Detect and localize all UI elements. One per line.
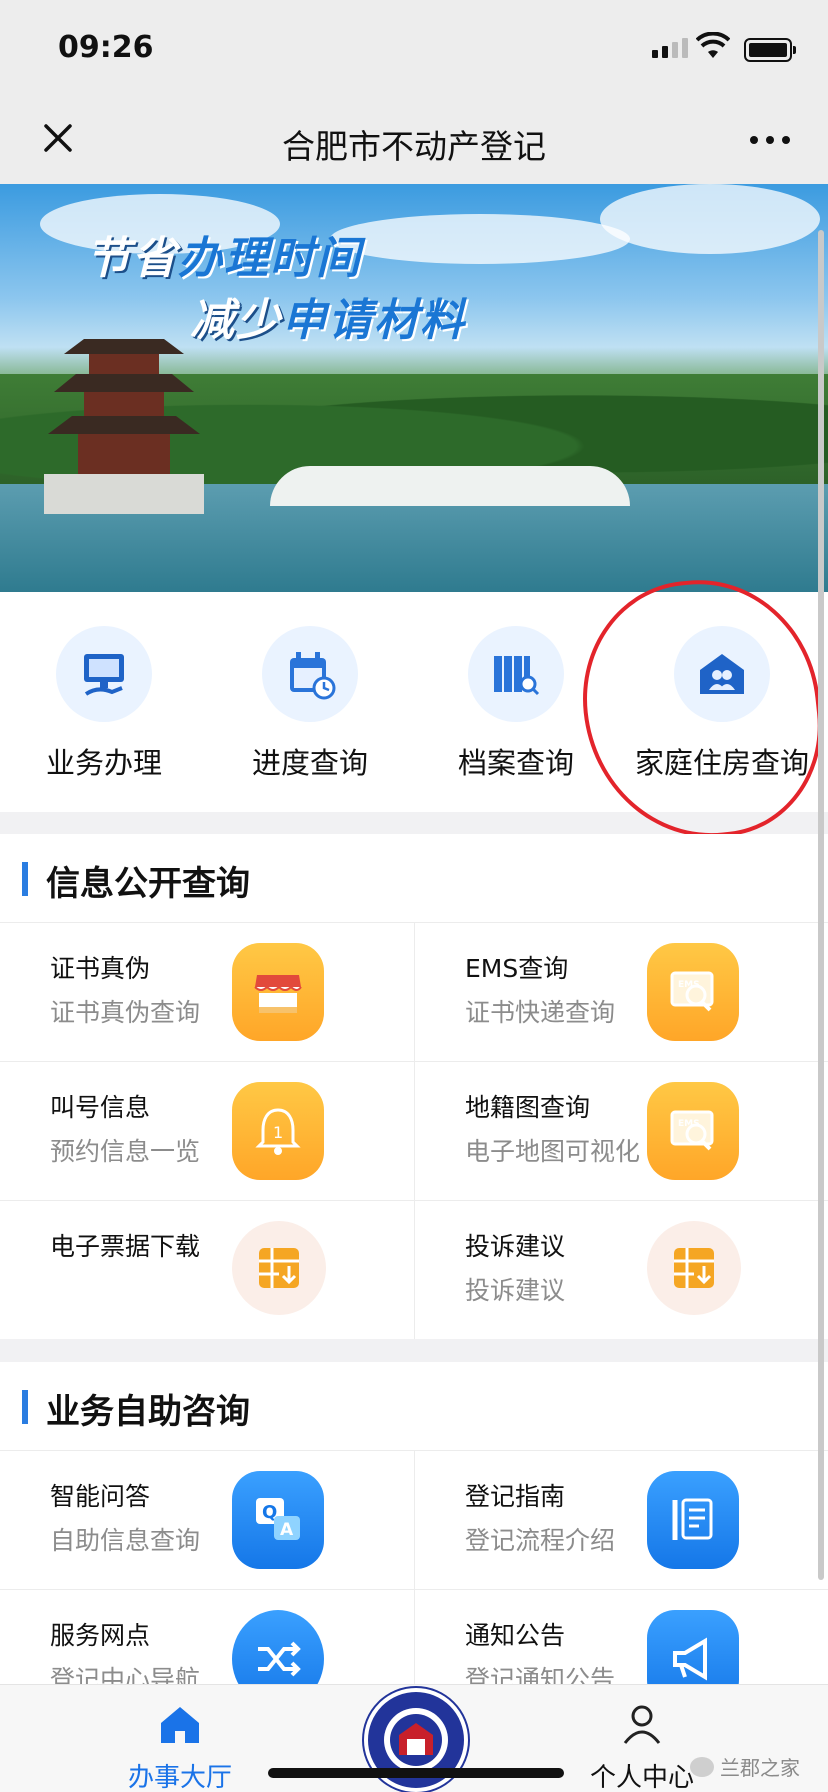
banner-slogan-line1: 节省办理时间 xyxy=(86,233,362,284)
grid-item-title: 登记指南 xyxy=(465,1482,566,1511)
section-accent-bar xyxy=(22,1390,28,1424)
section-title: 业务自助咨询 xyxy=(46,1392,250,1432)
grid-item-title: 投诉建议 xyxy=(465,1232,566,1261)
watermark-text: 兰郡之家 xyxy=(720,1756,800,1780)
signal-icon xyxy=(652,38,688,58)
grid-item-smart-qa[interactable]: 智能问答 自助信息查询 QA xyxy=(0,1450,414,1589)
quick-item-label: 档案查询 xyxy=(457,746,574,780)
grid-item-register-guide[interactable]: 登记指南 登记流程介绍 xyxy=(414,1450,828,1589)
grid-download-icon xyxy=(232,1221,326,1315)
grid-item-title: 地籍图查询 xyxy=(465,1093,591,1122)
monitor-hand-icon xyxy=(56,626,152,722)
section-self-service: 业务自助咨询 智能问答 自助信息查询 QA 登记指南 登记流程介绍 服务网点 登… xyxy=(0,1362,828,1728)
nav-bar: 合肥市不动产登记 xyxy=(0,96,828,184)
grid-item-cadastral-map[interactable]: 地籍图查询 电子地图可视化 EMS xyxy=(414,1061,828,1200)
grid-item-certificate-check[interactable]: 证书真伪 证书真伪查询 xyxy=(0,922,414,1061)
quick-item-business[interactable]: 业务办理 xyxy=(4,626,204,782)
watermark: 兰郡之家 xyxy=(690,1752,800,1781)
wifi-icon xyxy=(696,32,730,58)
grid-item-subtitle: 证书真伪查询 xyxy=(50,998,201,1027)
battery-icon xyxy=(744,38,796,62)
archive-search-icon xyxy=(468,626,564,722)
tab-label: 办事大厅 xyxy=(127,1763,232,1792)
section-accent-bar xyxy=(22,862,28,896)
section-header: 信息公开查询 xyxy=(0,834,828,922)
qa-icon: QA xyxy=(232,1471,324,1569)
grid-item-subtitle: 预约信息一览 xyxy=(50,1137,201,1166)
grid-item-title: EMS查询 xyxy=(465,954,569,983)
more-options-icon[interactable] xyxy=(750,136,790,144)
shop-icon xyxy=(232,943,324,1041)
guide-icon xyxy=(647,1471,739,1569)
home-indicator xyxy=(268,1768,564,1778)
grid-item-title: 叫号信息 xyxy=(50,1093,151,1122)
svg-text:1: 1 xyxy=(273,1123,283,1142)
grid-item-subtitle: 投诉建议 xyxy=(465,1276,566,1305)
grid-item-title: 通知公告 xyxy=(465,1621,566,1650)
status-time: 09:26 xyxy=(58,30,154,65)
ems-search-icon: EMS xyxy=(647,943,739,1041)
scrollbar[interactable] xyxy=(818,230,824,1580)
status-bar: 09:26 xyxy=(0,0,828,96)
grid-item-complaint[interactable]: 投诉建议 投诉建议 xyxy=(414,1200,828,1339)
grid-item-ems-query[interactable]: EMS查询 证书快递查询 EMS xyxy=(414,922,828,1061)
grid-item-subtitle: 自助信息查询 xyxy=(50,1526,201,1555)
quick-item-label: 进度查询 xyxy=(251,746,368,780)
section-grid: 证书真伪 证书真伪查询 EMS查询 证书快递查询 EMS 叫号信息 预约信息一览… xyxy=(0,922,828,1339)
banner-slogan-line2: 减少申请材料 xyxy=(190,295,466,346)
section-header: 业务自助咨询 xyxy=(0,1362,828,1450)
home-icon xyxy=(161,1707,199,1743)
ems-search-icon: EMS xyxy=(647,1082,739,1180)
grid-item-e-receipt-download[interactable]: 电子票据下载 xyxy=(0,1200,414,1339)
grid-item-title: 服务网点 xyxy=(50,1621,151,1650)
hero-banner[interactable]: 节省办理时间 减少申请材料 xyxy=(0,184,828,592)
tab-service-hall[interactable]: 办事大厅 xyxy=(100,1703,260,1792)
bell-icon: 1 xyxy=(232,1082,324,1180)
quick-item-label: 业务办理 xyxy=(45,746,162,780)
calendar-clock-icon xyxy=(262,626,358,722)
grid-item-title: 智能问答 xyxy=(50,1482,151,1511)
grid-item-subtitle: 登记流程介绍 xyxy=(465,1526,616,1555)
page-title: 合肥市不动产登记 xyxy=(282,127,546,166)
section-info-query: 信息公开查询 证书真伪 证书真伪查询 EMS查询 证书快递查询 EMS 叫号信息… xyxy=(0,834,828,1339)
grid-item-title: 电子票据下载 xyxy=(50,1232,201,1261)
wechat-icon xyxy=(690,1756,714,1777)
grid-item-title: 证书真伪 xyxy=(50,954,151,983)
section-title: 信息公开查询 xyxy=(46,864,250,904)
pagoda-illustration xyxy=(44,339,204,514)
grid-item-subtitle: 电子地图可视化 xyxy=(465,1137,641,1166)
grid-download-icon xyxy=(647,1221,741,1315)
grid-item-queue-info[interactable]: 叫号信息 预约信息一览 1 xyxy=(0,1061,414,1200)
grid-item-subtitle: 证书快递查询 xyxy=(465,998,616,1027)
user-icon xyxy=(623,1705,661,1744)
svg-text:A: A xyxy=(280,1520,294,1540)
quick-item-progress[interactable]: 进度查询 xyxy=(210,626,410,782)
banner-bridge xyxy=(270,466,630,506)
